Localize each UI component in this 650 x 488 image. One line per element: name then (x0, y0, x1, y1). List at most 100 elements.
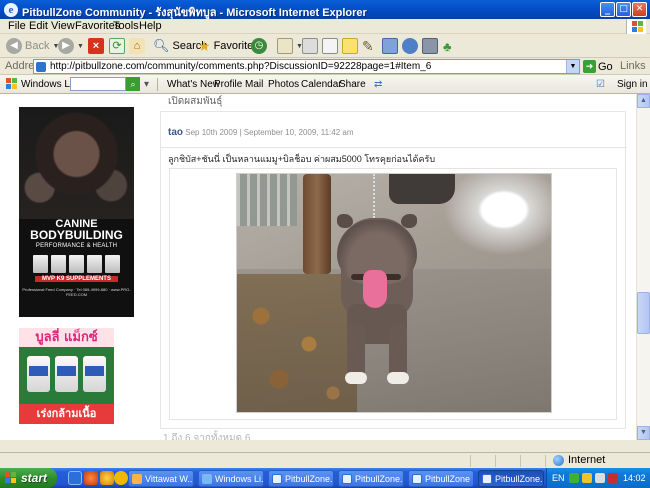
taskbar-item[interactable]: PitbullZone... (268, 470, 334, 487)
firefox-quicklaunch-icon[interactable] (84, 471, 98, 485)
close-button[interactable]: ✕ (632, 2, 647, 17)
live-mail[interactable]: Mail (245, 79, 263, 90)
messenger-quicklaunch-icon[interactable] (100, 471, 114, 485)
address-url[interactable]: http://pitbullzone.com/community/comment… (50, 61, 431, 72)
divider (161, 147, 627, 148)
media-button[interactable] (402, 37, 418, 55)
links-button[interactable]: Links (620, 60, 646, 72)
language-indicator[interactable]: EN (552, 473, 565, 483)
checkbox-icon[interactable]: ☑ (596, 79, 605, 90)
go-button[interactable]: ➜ Go (583, 60, 613, 73)
maximize-button[interactable]: □ (616, 2, 631, 17)
minimize-button[interactable]: _ (600, 2, 615, 17)
tray-icon[interactable] (608, 473, 618, 483)
taskbar-item[interactable]: Windows Li... (198, 470, 264, 487)
ad-line-bodybuilding: BODYBUILDING (30, 228, 123, 242)
stop-button[interactable]: × (88, 37, 104, 55)
translate-icon[interactable]: ⇄ (374, 79, 382, 90)
comment-post: tao Sep 10th 2009 | September 10, 2009, … (160, 111, 627, 429)
mail-button[interactable]: ▼ (277, 37, 303, 55)
history-button[interactable]: ◷ (251, 37, 267, 55)
menu-help[interactable]: Help (139, 20, 162, 32)
post-text: ลูกชิบัส+ชันนี่ เป็นหลานแมมู+บิลช็อบ ค่า… (168, 154, 436, 164)
tray-icon[interactable] (582, 473, 592, 483)
live-search-input[interactable] (70, 77, 126, 91)
menu-view[interactable]: View (51, 20, 75, 32)
scroll-down-icon[interactable]: ▼ (637, 426, 650, 440)
live-photos[interactable]: Photos (268, 79, 299, 90)
page-viewport[interactable]: เปิดผสมพันธุ์ CANINE BODYBUILDING PERFOR… (0, 94, 636, 440)
go-arrow-icon: ➜ (583, 60, 596, 73)
scroll-thumb[interactable] (637, 292, 650, 334)
chevron-down-icon[interactable]: ▼ (566, 60, 579, 73)
forward-button[interactable]: ▶ ▼ (58, 37, 84, 55)
ad-banner-bully-max[interactable]: บูลลี่ แม็กซ์ เร่งกล้ามเนื้อ (19, 328, 114, 424)
mail-icon (277, 38, 293, 54)
home-button[interactable]: ⌂ (129, 37, 145, 55)
refresh-icon: ⟳ (109, 38, 125, 54)
menu-file[interactable]: File (8, 20, 26, 32)
clock[interactable]: 14:02 (623, 473, 646, 483)
edit-page-icon (322, 38, 338, 54)
ie-icon: e (4, 3, 18, 17)
post-header: tao Sep 10th 2009 | September 10, 2009, … (161, 127, 627, 148)
favorites-button[interactable]: ★ Favorites (198, 37, 259, 55)
address-input[interactable]: http://pitbullzone.com/community/comment… (33, 59, 580, 74)
live-share[interactable]: Share (339, 79, 366, 90)
taskbar-item[interactable]: PitbullZone... (338, 470, 404, 487)
menu-edit[interactable]: Edit (29, 20, 48, 32)
ad-banner-canine-bodybuilding[interactable]: CANINE BODYBUILDING PERFORMANCE & HEALTH… (19, 107, 134, 317)
taskbar-item-active[interactable]: PitbullZone... (478, 470, 544, 487)
title-bar[interactable]: e PitbullZone Community - รังสุนัขพิทบูล… (0, 0, 650, 19)
taskbar-item[interactable]: Vittawat W... (128, 470, 194, 487)
live-calendar[interactable]: Calendar (301, 79, 342, 90)
security-zone[interactable]: Internet (553, 454, 605, 466)
taskbar-item[interactable]: PitbullZone ... (408, 470, 474, 487)
print-button[interactable] (302, 37, 318, 55)
notes-button[interactable] (342, 37, 358, 55)
tray-icon[interactable] (569, 473, 579, 483)
chevron-down-icon[interactable]: ▾ (144, 79, 149, 90)
tray-icon[interactable] (595, 473, 605, 483)
ad-dog-image (19, 107, 134, 219)
live-profile[interactable]: Profile (214, 79, 242, 90)
ie-icon (482, 473, 492, 484)
windows-flag-icon (5, 472, 17, 484)
scroll-up-icon[interactable]: ▲ (637, 94, 650, 108)
tools-button[interactable] (422, 37, 438, 55)
messenger-button[interactable] (382, 37, 398, 55)
standard-toolbar: ◀ Back ▼ ▶ ▼ × ⟳ ⌂ 🔍︎ Search ★ Favorites… (0, 34, 650, 58)
page-icon (36, 62, 46, 72)
ad-bully-max-title: บูลลี่ แม็กซ์ (19, 328, 114, 347)
pen-icon: ✎ (362, 37, 374, 54)
status-bar: Internet (0, 452, 650, 468)
edit-button[interactable] (322, 37, 338, 55)
stop-icon: × (88, 38, 104, 54)
windows-flag-icon (6, 78, 18, 90)
start-button[interactable]: start (0, 468, 57, 488)
sign-in-button[interactable]: Sign in (617, 79, 648, 90)
pitbull-photo[interactable] (236, 173, 552, 413)
ad-mvp-label: MVP K9 SUPPLEMENTS (35, 276, 118, 282)
taskbar: start Vittawat W... Windows Li... Pitbul… (0, 468, 650, 488)
ie-quicklaunch-icon[interactable] (68, 471, 82, 485)
menu-tools[interactable]: Tools (113, 20, 139, 32)
back-button[interactable]: ◀ Back ▼ (6, 37, 59, 55)
globe-icon (553, 454, 564, 466)
chevron-down-icon: ▼ (77, 42, 84, 50)
tools-icon (422, 38, 438, 54)
cut-off-text-top: เปิดผสมพันธุ์ (168, 96, 223, 107)
quicklaunch-icon[interactable] (114, 471, 128, 485)
separator (157, 78, 158, 91)
live-whats-new[interactable]: What's New (167, 79, 220, 90)
pen-button[interactable]: ✎ (362, 37, 374, 55)
messenger-people-button[interactable]: ♣ (443, 37, 452, 55)
search-icon[interactable]: ⌕ (126, 77, 140, 91)
address-bar: Address http://pitbullzone.com/community… (0, 58, 650, 75)
app-icon (132, 473, 142, 484)
supplement-tub-image (55, 356, 78, 392)
vertical-scrollbar[interactable]: ▲ ▼ (636, 94, 650, 440)
post-author[interactable]: tao (168, 127, 183, 138)
refresh-button[interactable]: ⟳ (109, 37, 125, 55)
ad-product-row (33, 255, 120, 273)
